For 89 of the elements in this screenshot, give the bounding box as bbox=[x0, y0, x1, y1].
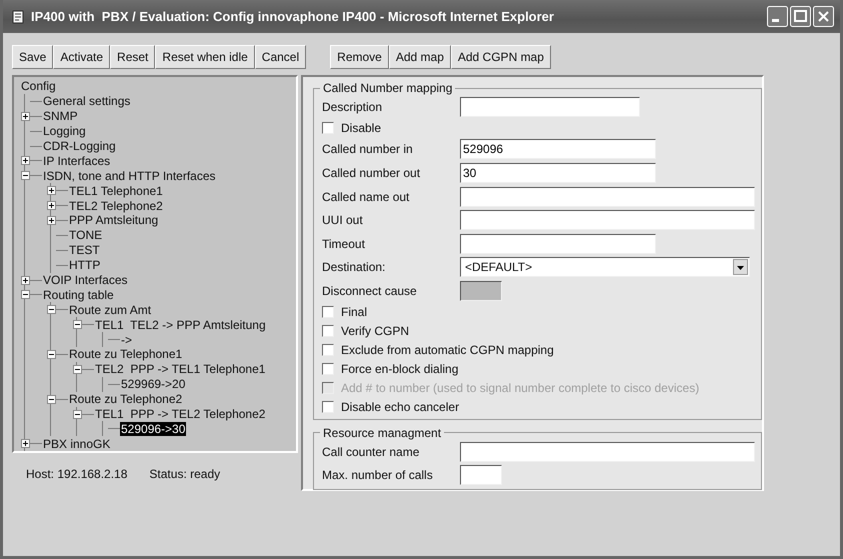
input-field[interactable]: 529096 bbox=[460, 139, 656, 160]
tree-item[interactable]: VOIP Interfaces bbox=[42, 273, 128, 288]
input-field[interactable] bbox=[460, 234, 656, 254]
collapse-icon[interactable] bbox=[73, 364, 82, 374]
group-title: Resource managment bbox=[322, 426, 442, 440]
minimize-icon[interactable] bbox=[767, 6, 788, 27]
collapse-icon[interactable] bbox=[73, 320, 82, 330]
tree-item[interactable]: HTTP bbox=[68, 258, 102, 272]
input-field[interactable]: 30 bbox=[460, 162, 656, 183]
checkbox-label: Verify CGPN bbox=[341, 324, 410, 338]
expand-icon[interactable] bbox=[47, 216, 56, 225]
expand-icon[interactable] bbox=[21, 276, 30, 285]
tree-item[interactable]: Config bbox=[20, 79, 57, 94]
tree-item[interactable]: Routing table bbox=[42, 288, 115, 302]
toolbar-button[interactable]: Reset bbox=[110, 45, 156, 69]
maximize-icon[interactable] bbox=[790, 6, 811, 27]
expand-icon[interactable] bbox=[21, 156, 30, 166]
checkbox-label: Force en-block dialing bbox=[341, 362, 458, 376]
expand-icon[interactable] bbox=[21, 439, 30, 448]
input-field[interactable] bbox=[460, 465, 502, 486]
document-icon bbox=[11, 10, 25, 24]
tree-item[interactable]: TEL1 TEL2 -> PPP Amtsleitung bbox=[94, 318, 267, 332]
toolbar-button[interactable]: Activate bbox=[53, 45, 110, 69]
checkbox-label: Disable echo canceler bbox=[341, 400, 460, 414]
field-label: Called name out bbox=[322, 190, 410, 204]
collapse-icon[interactable] bbox=[21, 290, 30, 300]
input-field[interactable] bbox=[460, 96, 640, 117]
window-title: IP400 with PBX / Evaluation: Config innovaphone IP400 - Microsoft Internet Explorer bbox=[31, 9, 555, 24]
tree-item[interactable]: IP Interfaces bbox=[42, 154, 112, 168]
field-label: Disconnect cause bbox=[322, 284, 418, 298]
tree-item[interactable]: SNMP bbox=[42, 109, 79, 124]
close-icon[interactable] bbox=[813, 6, 834, 27]
field-label: UUI out bbox=[322, 213, 364, 228]
checkbox-label: Disable bbox=[341, 121, 382, 136]
field-label: Called number in bbox=[322, 142, 414, 156]
expand-icon[interactable] bbox=[47, 186, 56, 196]
field-label: Timeout bbox=[322, 236, 366, 251]
field-label: Max. number of calls bbox=[322, 468, 434, 482]
tree-item[interactable]: TEST bbox=[68, 243, 101, 258]
tree-item[interactable]: General settings bbox=[42, 94, 132, 108]
tree-item[interactable]: TEL2 Telephone2 bbox=[68, 198, 164, 213]
input-field[interactable] bbox=[460, 210, 755, 230]
tree-item[interactable]: TONE bbox=[68, 228, 104, 242]
checkbox-label: Exclude from automatic CGPN mapping bbox=[341, 343, 554, 358]
toolbar-button[interactable]: Remove bbox=[330, 45, 389, 69]
field-label: Description bbox=[322, 100, 384, 114]
toolbar-button[interactable]: Cancel bbox=[254, 45, 306, 69]
group-title: Called Number mapping bbox=[322, 81, 454, 95]
dropdown[interactable]: <DEFAULT> bbox=[460, 257, 750, 278]
checkbox[interactable] bbox=[322, 325, 334, 338]
tree-item[interactable]: 529096->30 bbox=[120, 422, 186, 436]
host-text: Host: 192.168.2.18 bbox=[26, 467, 128, 481]
expand-icon[interactable] bbox=[21, 112, 30, 121]
collapse-icon[interactable] bbox=[47, 305, 56, 314]
field-label: Call counter name bbox=[322, 444, 420, 459]
checkbox-label: Add # to number (used to signal number complete to cisco devices) bbox=[341, 381, 700, 396]
checkbox-label: Final bbox=[341, 305, 368, 320]
collapse-icon[interactable] bbox=[47, 350, 56, 359]
tree-item[interactable]: Route zu Telephone1 bbox=[68, 347, 184, 362]
collapse-icon[interactable] bbox=[21, 171, 30, 180]
tree-item[interactable]: ISDN, tone and HTTP Interfaces bbox=[42, 168, 217, 183]
tree-item[interactable]: CDR-Logging bbox=[42, 139, 117, 153]
collapse-icon[interactable] bbox=[47, 394, 56, 404]
toolbar-button[interactable]: Save bbox=[12, 45, 54, 69]
toolbar-button[interactable]: Add map bbox=[388, 45, 451, 69]
tree-item[interactable]: Route zu Telephone2 bbox=[68, 392, 184, 406]
input-field[interactable] bbox=[460, 442, 755, 462]
expand-icon[interactable] bbox=[47, 201, 56, 210]
checkbox[interactable] bbox=[322, 306, 334, 318]
toolbar-button[interactable]: Reset when idle bbox=[155, 45, 255, 69]
checkbox[interactable] bbox=[322, 401, 334, 414]
tree-item[interactable]: PPP Amtsleitung bbox=[68, 213, 160, 228]
tree-item[interactable]: TEL2 PPP -> TEL1 Telephone1 bbox=[94, 362, 266, 376]
status-text: Status: ready bbox=[149, 467, 220, 481]
tree-item[interactable]: Logging bbox=[42, 124, 87, 138]
tree-item[interactable]: TEL1 Telephone1 bbox=[68, 184, 164, 198]
input-field[interactable] bbox=[460, 186, 755, 207]
tree-item[interactable]: PBX innoGK bbox=[42, 436, 112, 451]
checkbox[interactable] bbox=[322, 344, 334, 356]
tree-item[interactable]: TEL1 PPP -> TEL2 Telephone2 bbox=[94, 407, 266, 422]
checkbox[interactable] bbox=[322, 363, 334, 376]
tree-item[interactable]: 529969->20 bbox=[120, 377, 186, 392]
collapse-icon[interactable] bbox=[73, 410, 82, 419]
field-label: Called number out bbox=[322, 166, 422, 180]
checkbox[interactable] bbox=[322, 122, 334, 134]
tree-item[interactable]: Route zum Amt bbox=[68, 302, 152, 317]
tree-item[interactable]: -> bbox=[120, 332, 134, 347]
field-label: Destination: bbox=[322, 260, 386, 274]
toolbar-button[interactable]: Add CGPN map bbox=[450, 45, 551, 69]
